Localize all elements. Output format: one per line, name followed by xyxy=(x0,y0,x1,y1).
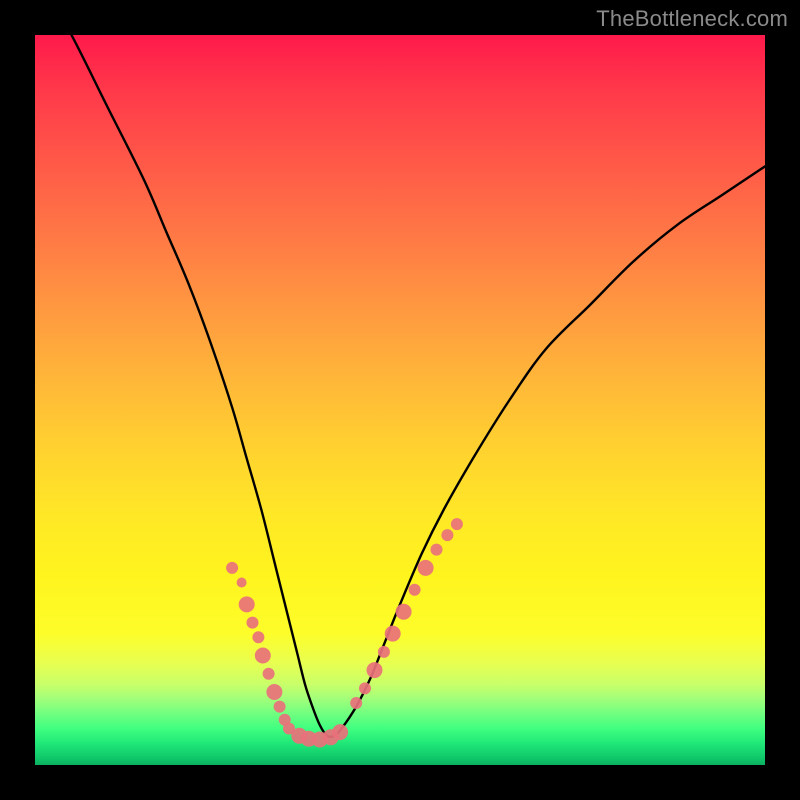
data-marker xyxy=(396,604,412,620)
data-marker xyxy=(237,578,247,588)
data-marker xyxy=(252,631,264,643)
data-marker xyxy=(418,560,434,576)
data-marker xyxy=(247,617,259,629)
data-marker xyxy=(274,701,286,713)
marker-group xyxy=(226,518,463,747)
curve-svg xyxy=(35,35,765,765)
data-marker xyxy=(350,697,362,709)
data-marker xyxy=(409,584,421,596)
data-marker xyxy=(441,529,453,541)
watermark-label: TheBottleneck.com xyxy=(596,6,788,32)
data-marker xyxy=(266,684,282,700)
data-marker xyxy=(431,544,443,556)
chart-frame: TheBottleneck.com xyxy=(0,0,800,800)
data-marker xyxy=(367,662,383,678)
data-marker xyxy=(332,724,348,740)
data-marker xyxy=(385,626,401,642)
data-marker xyxy=(263,668,275,680)
data-marker xyxy=(226,562,238,574)
data-marker xyxy=(378,646,390,658)
data-marker xyxy=(359,682,371,694)
data-marker xyxy=(451,518,463,530)
data-marker xyxy=(239,596,255,612)
data-marker xyxy=(255,648,271,664)
plot-area xyxy=(35,35,765,765)
